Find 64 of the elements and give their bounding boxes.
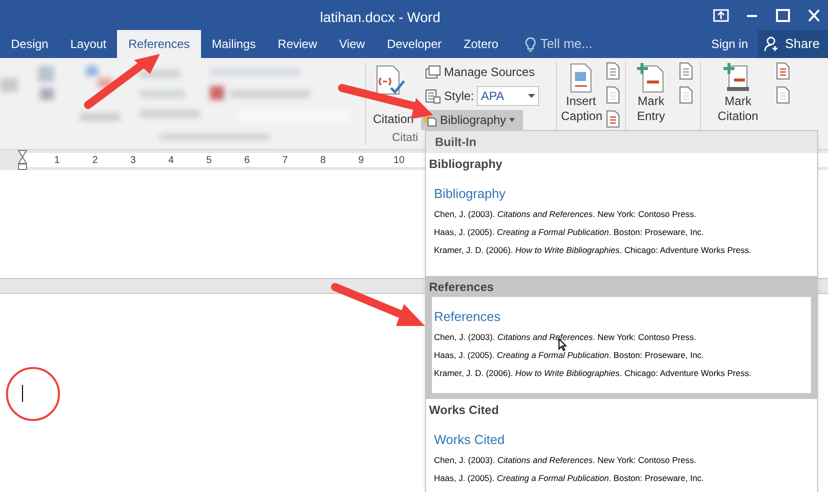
document-icon [605, 62, 621, 80]
ruler-number: 7 [282, 154, 288, 168]
document-icon [605, 110, 621, 128]
ribbon-tab[interactable]: Developer [376, 30, 453, 58]
ruler-number: 3 [130, 154, 136, 168]
style-label: Style: [444, 88, 474, 105]
citation-entry: Chen, J. (2003). Citations and References. New York: Contoso Press. [434, 209, 698, 219]
section-heading: References [428, 279, 495, 294]
section-heading: Bibliography [428, 156, 504, 171]
ruler-number: 5 [206, 154, 212, 168]
ribbon-tab[interactable]: References [117, 30, 201, 58]
menu-header: Built-In [426, 131, 817, 153]
section-heading: Works Cited [428, 402, 500, 417]
ruler-number: 8 [320, 154, 326, 168]
bibliography-option[interactable] [426, 276, 817, 399]
bibliography-option[interactable] [426, 153, 817, 276]
ribbon-tab[interactable]: View [328, 30, 376, 58]
person-add-icon [764, 36, 780, 52]
lightbulb-icon [525, 36, 536, 52]
document-icon [775, 86, 791, 104]
caption-icon [568, 62, 594, 94]
close-icon[interactable] [806, 8, 822, 22]
document-icon [678, 62, 694, 80]
citation-entry: Haas, J. (2005). Creating a Formal Publication. Boston: Proseware, Inc. [434, 350, 705, 360]
ruler-number: 6 [244, 154, 250, 168]
style-preview: References Chen, J. (2003). Citations and References. New York: Contoso Press. Haas, J. (2005). Creating a Formal Publication. Boston: Proseware, Inc. Kramer, J. D. (2006). How to Write Bibliographies. Chicago: Adventure Works Press. [432, 297, 811, 393]
citation-entry: Kramer, J. D. (2006). How to Write Bibliographies. Chicago: Adventure Works Press. [434, 245, 752, 255]
caret-icon [528, 94, 536, 98]
ruler-number: 1 [54, 154, 60, 168]
caret-icon [509, 118, 516, 122]
citation-entry: Haas, J. (2005). Creating a Formal Publication. Boston: Proseware, Inc. [434, 473, 705, 483]
tell-me-field[interactable]: Tell me... [540, 34, 610, 54]
bibliography-button[interactable]: Bibliography [421, 110, 523, 130]
maximize-icon[interactable] [775, 8, 791, 22]
ribbon-tab[interactable]: Design [0, 30, 60, 58]
citation-entry: Haas, J. (2005). Creating a Formal Publication. Boston: Proseware, Inc. [434, 227, 705, 237]
ribbon-tab[interactable]: Review [266, 30, 328, 58]
sign-in-link[interactable]: Sign in [701, 30, 758, 58]
ruler-number: 10 [393, 154, 405, 168]
citation-entry: Chen, J. (2003). Citations and References. New York: Contoso Press. [434, 455, 698, 465]
document-icon [605, 86, 621, 104]
window-title: latihan.docx - Word [320, 8, 440, 27]
document-icon [678, 86, 694, 104]
ribbon-tab[interactable]: Layout [59, 30, 118, 58]
ribbon-tab[interactable]: Mailings [200, 30, 267, 58]
ruler-number: 4 [168, 154, 174, 168]
mark-entry-icon [636, 62, 666, 94]
ruler-number: 9 [358, 154, 364, 168]
document-icon [775, 62, 791, 80]
highlight-circle [6, 367, 60, 421]
sources-icon [425, 65, 441, 79]
text-cursor [22, 385, 23, 402]
ribbon-display-icon[interactable] [713, 8, 729, 22]
share-button[interactable]: Share [758, 30, 828, 58]
style-icon [425, 88, 441, 104]
style-dropdown[interactable]: APA [477, 86, 540, 106]
manage-sources-button[interactable]: Manage Sources [425, 62, 540, 82]
bibliography-option[interactable]: Works Cited Works Cited Chen, J. (2003). Citations and References. New York: Contoso Press. Haas, J. (2005). Creating a Formal Publication. Boston: Proseware, Inc. [426, 399, 817, 492]
ruler-number: 2 [92, 154, 98, 168]
ribbon-tab[interactable]: Zotero [452, 30, 510, 58]
group-label: Citati [392, 130, 418, 146]
citation-entry: Kramer, J. D. (2006). How to Write Bibliographies. Chicago: Adventure Works Press. [434, 368, 752, 378]
citation-entry: Chen, J. (2003). Citations and References. New York: Contoso Press. [434, 332, 698, 342]
indent-marker-icon[interactable] [18, 150, 27, 170]
